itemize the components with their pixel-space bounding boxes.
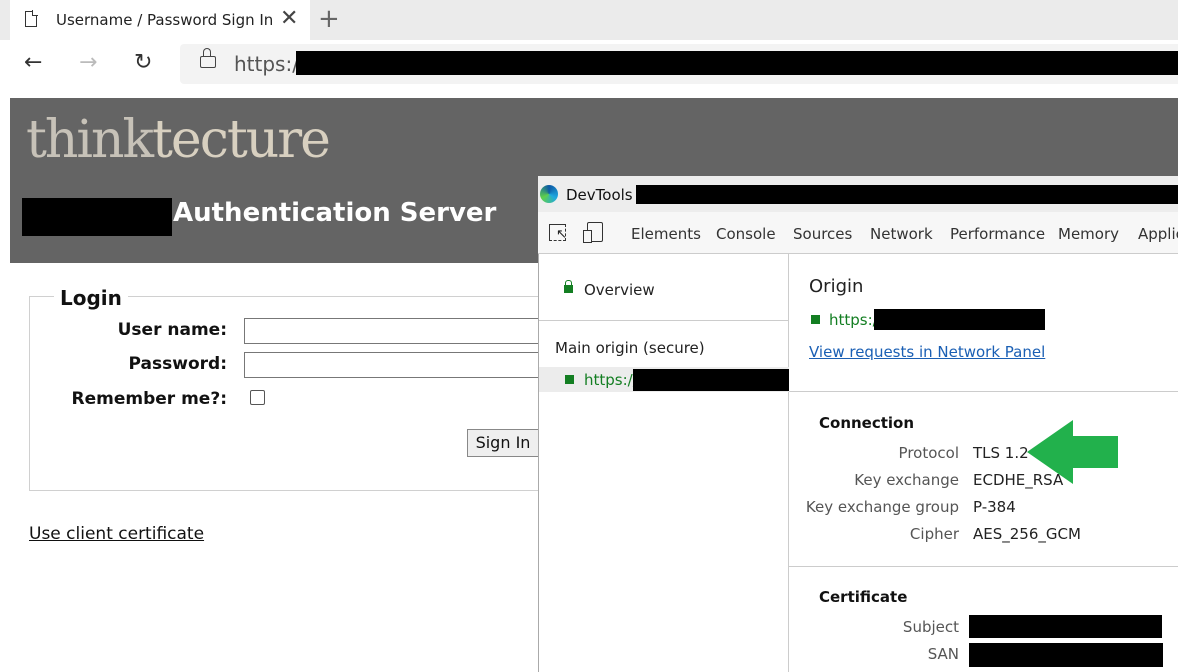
back-icon[interactable]: ← bbox=[24, 50, 42, 75]
redacted-devtools-url bbox=[636, 185, 1178, 204]
address-url[interactable]: https:// bbox=[234, 52, 306, 76]
secure-indicator-icon bbox=[811, 315, 820, 324]
main-origin-heading: Main origin (secure) bbox=[555, 339, 705, 357]
devtools-title: DevTools - bbox=[566, 186, 643, 204]
forward-icon[interactable]: → bbox=[79, 50, 97, 75]
tab-network[interactable]: Network bbox=[870, 225, 933, 243]
redacted-url bbox=[296, 51, 1178, 75]
device-toolbar-icon[interactable] bbox=[583, 222, 603, 243]
key-exchange-group-value: P-384 bbox=[973, 498, 1016, 516]
login-legend: Login bbox=[54, 286, 128, 310]
cipher-value: AES_256_GCM bbox=[973, 525, 1081, 543]
annotation-arrow-icon bbox=[1027, 420, 1118, 484]
tab-title[interactable]: Username / Password Sign In bbox=[56, 11, 273, 29]
security-sidebar bbox=[539, 254, 789, 672]
cipher-key: Cipher bbox=[909, 525, 959, 543]
password-input[interactable] bbox=[244, 352, 564, 378]
secure-indicator-icon bbox=[565, 375, 574, 384]
overview-item[interactable]: Overview bbox=[584, 281, 655, 299]
section-divider bbox=[789, 391, 1178, 392]
username-input[interactable] bbox=[244, 318, 564, 344]
subject-key: Subject bbox=[902, 618, 959, 636]
redacted-origin-detail bbox=[874, 309, 1045, 330]
page-icon bbox=[25, 10, 38, 27]
remember-me-label: Remember me?: bbox=[71, 389, 227, 409]
sidebar-divider bbox=[539, 320, 789, 321]
edge-icon bbox=[540, 185, 558, 203]
password-label: Password: bbox=[128, 354, 227, 374]
close-tab-icon[interactable]: ✕ bbox=[280, 6, 298, 32]
tab-console[interactable]: Console bbox=[716, 225, 776, 243]
san-key: SAN bbox=[927, 645, 959, 663]
page-title: Authentication Server bbox=[173, 198, 497, 228]
reload-icon[interactable]: ↻ bbox=[134, 50, 152, 75]
key-exchange-group-key: Key exchange group bbox=[805, 498, 959, 516]
redacted-origin bbox=[633, 369, 789, 391]
secure-lock-icon bbox=[564, 280, 573, 293]
redacted-subject bbox=[969, 615, 1162, 638]
protocol-value: TLS 1.2 bbox=[973, 444, 1029, 462]
thinktecture-logo: thinktecture bbox=[26, 110, 331, 170]
origin-heading: Origin bbox=[809, 276, 864, 297]
tab-memory[interactable]: Memory bbox=[1058, 225, 1119, 243]
client-certificate-link[interactable]: Use client certificate bbox=[29, 524, 204, 544]
section-divider bbox=[789, 566, 1178, 567]
tab-elements[interactable]: Elements bbox=[631, 225, 701, 243]
key-exchange-key: Key exchange bbox=[854, 471, 959, 489]
redacted-server-name bbox=[22, 198, 172, 236]
inspect-element-icon[interactable] bbox=[549, 224, 567, 242]
tab-sources[interactable]: Sources bbox=[793, 225, 852, 243]
tab-performance[interactable]: Performance bbox=[950, 225, 1045, 243]
protocol-key: Protocol bbox=[898, 444, 959, 462]
certificate-heading: Certificate bbox=[819, 588, 908, 606]
new-tab-icon[interactable]: + bbox=[318, 5, 340, 33]
connection-heading: Connection bbox=[819, 414, 915, 432]
remember-me-checkbox[interactable] bbox=[250, 390, 265, 405]
view-requests-link[interactable]: View requests in Network Panel bbox=[809, 343, 1045, 361]
sign-in-button[interactable]: Sign In bbox=[467, 429, 539, 457]
username-label: User name: bbox=[117, 320, 227, 340]
origin-url[interactable]: https:// bbox=[584, 371, 638, 389]
lock-icon[interactable] bbox=[200, 48, 216, 68]
tab-application[interactable]: Applic bbox=[1138, 225, 1178, 243]
redacted-san bbox=[969, 643, 1163, 667]
